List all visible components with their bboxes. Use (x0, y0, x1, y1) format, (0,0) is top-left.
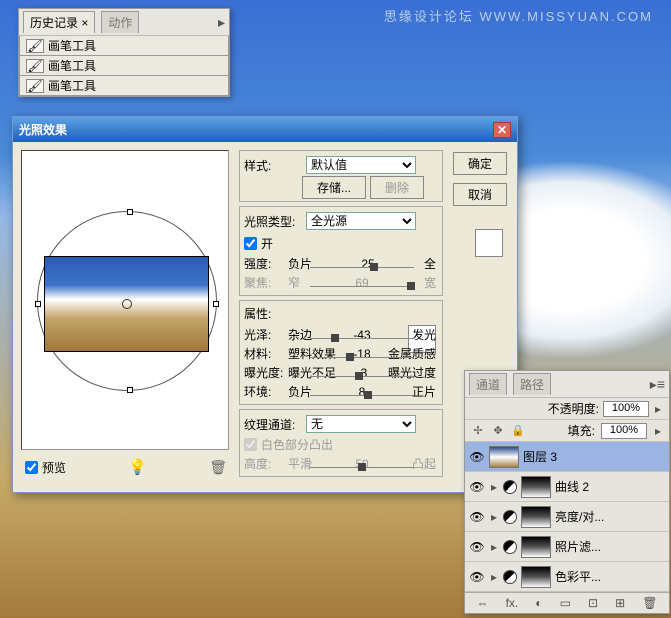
adjustment-layer-icon[interactable]: ▭ (560, 596, 571, 610)
layer-mask-thumbnail (521, 476, 551, 498)
lighting-effects-dialog: 光照效果 ✕ 预览 💡 🗑 (12, 116, 518, 493)
layer-item[interactable]: 👁 图层 3 (465, 442, 669, 472)
gloss-slider[interactable]: 杂边-43发光 (286, 328, 438, 342)
focus-label: 聚焦: (244, 274, 284, 291)
layer-name: 亮度/对... (555, 508, 604, 525)
delete-layer-icon[interactable]: 🗑 (642, 596, 657, 610)
layer-thumbnail (489, 446, 519, 468)
layer-name: 图层 3 (523, 448, 557, 465)
watermark-text: 思缘设计论坛 WWW.MISSYUAN.COM (384, 6, 653, 25)
opacity-label: 不透明度: (548, 400, 599, 417)
tab-actions[interactable]: 动作 (101, 11, 139, 33)
preview-thumbnail (44, 256, 209, 352)
tab-paths[interactable]: 路径 (513, 373, 551, 395)
visibility-icon[interactable]: 👁 (469, 480, 485, 494)
intensity-slider[interactable]: 负片25全 (286, 257, 438, 271)
material-slider[interactable]: 塑料效果-18金属质感 (286, 347, 438, 361)
preview-label: 预览 (42, 459, 66, 476)
palette-menu-icon[interactable]: ▸ (218, 14, 225, 31)
light-type-select[interactable]: 全光源 (306, 212, 416, 230)
focus-slider: 窄69宽 (286, 276, 438, 290)
history-item-label: 画笔工具 (48, 57, 96, 74)
chevron-right-icon[interactable]: ▸ (653, 402, 663, 416)
history-item-label: 画笔工具 (48, 77, 96, 94)
props-label: 属性: (244, 305, 438, 322)
layers-palette: 通道 路径 ▸≡ 不透明度: 100% ▸ ✢ ✥ 🔒 填充: 100% ▸ 👁… (464, 370, 670, 614)
add-mask-icon[interactable]: ◐ (535, 596, 542, 610)
style-label: 样式: (244, 157, 302, 174)
delete-button: 删除 (370, 176, 424, 199)
ambience-slider[interactable]: 负片8正片 (286, 385, 438, 399)
opacity-input[interactable]: 100% (603, 401, 649, 417)
layer-item[interactable]: 👁 ▸ 照片滤... (465, 532, 669, 562)
preview-checkbox[interactable]: 预览 (25, 459, 66, 476)
fill-label: 填充: (568, 422, 595, 439)
save-button[interactable]: 存储... (302, 176, 366, 199)
layer-name: 色彩平... (555, 568, 601, 585)
ok-button[interactable]: 确定 (453, 152, 507, 175)
style-select[interactable]: 默认值 (306, 156, 416, 174)
visibility-icon[interactable]: 👁 (469, 570, 485, 584)
lock-pixels-icon[interactable]: ✢ (471, 424, 485, 438)
height-slider: 平滑50凸起 (286, 457, 438, 471)
palette-menu-icon[interactable]: ▸≡ (650, 376, 665, 393)
adjustment-icon (503, 540, 517, 554)
link-layers-icon[interactable]: ⇔ (477, 596, 489, 610)
texture-channel-label: 纹理通道: (244, 416, 302, 433)
adjustment-icon (503, 510, 517, 524)
brush-icon: 🖌 (26, 79, 44, 93)
tab-channels[interactable]: 通道 (469, 373, 507, 395)
preview-area[interactable] (21, 150, 229, 450)
intensity-label: 强度: (244, 255, 284, 272)
layer-effects-icon[interactable]: fx. (506, 596, 519, 610)
close-button[interactable]: ✕ (493, 122, 511, 138)
lock-all-icon[interactable]: 🔒 (511, 424, 525, 438)
visibility-icon[interactable]: 👁 (469, 540, 485, 554)
layer-mask-thumbnail (521, 536, 551, 558)
history-item-label: 画笔工具 (48, 37, 96, 54)
on-checkbox[interactable]: 开 (244, 235, 273, 252)
dialog-title: 光照效果 (19, 121, 67, 138)
lightbulb-icon[interactable]: 💡 (128, 458, 147, 476)
cancel-button[interactable]: 取消 (453, 183, 507, 206)
exposure-slider[interactable]: 曝光不足-3曝光过度 (286, 366, 438, 380)
layer-name: 照片滤... (555, 538, 601, 555)
light-color-swatch[interactable] (475, 229, 503, 257)
new-layer-icon[interactable]: ⊞ (615, 596, 625, 610)
lock-position-icon[interactable]: ✥ (491, 424, 505, 438)
brush-icon: 🖌 (26, 59, 44, 73)
history-palette: 历史记录 × 动作 ▸ 🖌 画笔工具 🖌 画笔工具 🖌 画笔工具 (18, 8, 230, 97)
tab-history[interactable]: 历史记录 × (23, 11, 95, 33)
history-item[interactable]: 🖌 画笔工具 (19, 36, 229, 56)
new-group-icon[interactable]: ⊡ (588, 596, 598, 610)
adjustment-icon (503, 570, 517, 584)
layer-mask-thumbnail (521, 506, 551, 528)
history-item[interactable]: 🖌 画笔工具 (19, 56, 229, 76)
texture-channel-select[interactable]: 无 (306, 415, 416, 433)
fill-input[interactable]: 100% (601, 423, 647, 439)
history-item[interactable]: 🖌 画笔工具 (19, 76, 229, 96)
trash-icon[interactable]: 🗑 (209, 459, 227, 476)
layer-item[interactable]: 👁 ▸ 亮度/对... (465, 502, 669, 532)
white-high-checkbox: 白色部分凸出 (244, 436, 438, 453)
layer-mask-thumbnail (521, 566, 551, 588)
brush-icon: 🖌 (26, 39, 44, 53)
chevron-right-icon[interactable]: ▸ (653, 424, 663, 438)
visibility-icon[interactable]: 👁 (469, 510, 485, 524)
layer-name: 曲线 2 (555, 478, 589, 495)
visibility-icon[interactable]: 👁 (469, 450, 485, 464)
layer-item[interactable]: 👁 ▸ 曲线 2 (465, 472, 669, 502)
layer-item[interactable]: 👁 ▸ 色彩平... (465, 562, 669, 592)
adjustment-icon (503, 480, 517, 494)
light-type-label: 光照类型: (244, 213, 302, 230)
